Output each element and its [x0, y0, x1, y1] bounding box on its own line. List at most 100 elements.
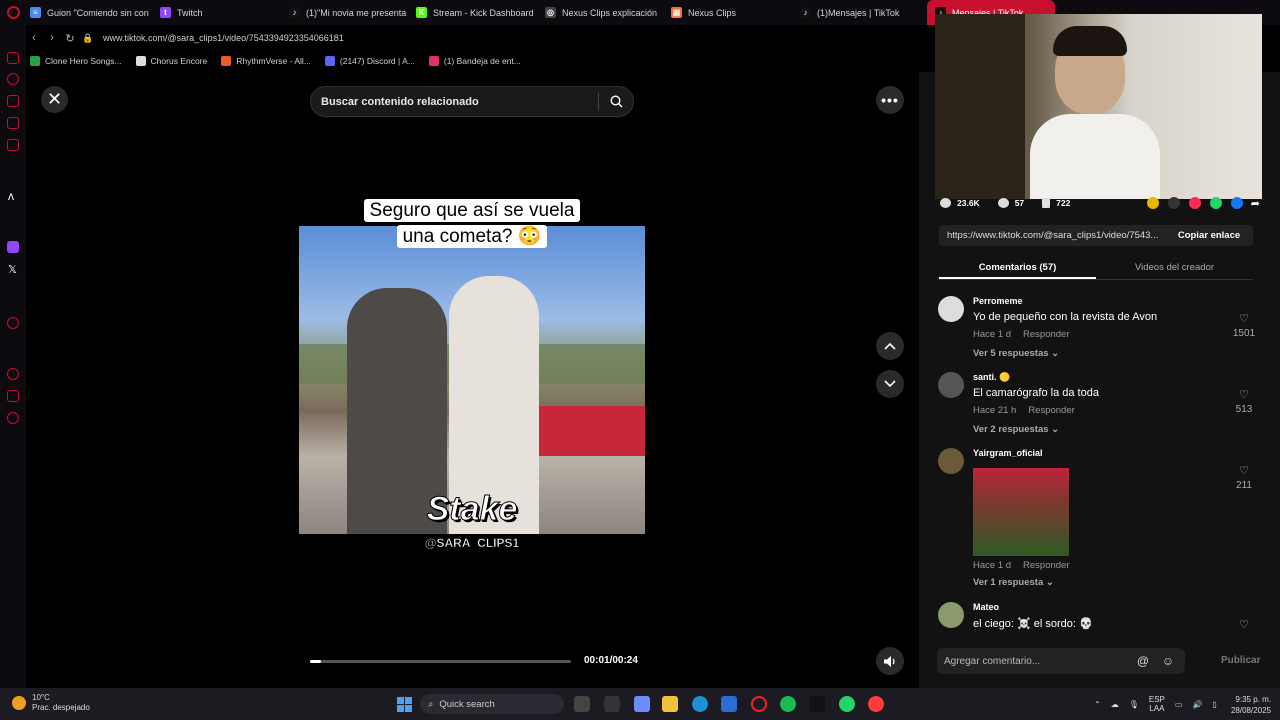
comment-username[interactable]: santi. 🟡 [973, 372, 1010, 383]
history-icon[interactable] [7, 73, 19, 85]
browser-tab[interactable]: ≡ Guion "Comiendo sin con [30, 0, 152, 25]
opera-logo-icon[interactable] [7, 6, 20, 19]
mic-icon[interactable]: 🎙 [1129, 700, 1139, 709]
volume-button[interactable] [876, 647, 904, 675]
language-indicator[interactable]: ESP LAA [1149, 695, 1165, 713]
comment-username[interactable]: Yairgram_oficial [973, 448, 1043, 458]
taskbar-search[interactable]: ⌕ Quick search [420, 694, 564, 714]
likes-stat[interactable]: 23.6K [940, 198, 980, 208]
onedrive-icon[interactable]: ☁ [1111, 700, 1119, 709]
weather-widget[interactable]: 10°C Prac. despejado [12, 693, 90, 713]
forward-icon[interactable]: › [43, 32, 61, 44]
search-button[interactable] [599, 86, 633, 117]
twitch-icon[interactable] [7, 241, 19, 253]
view-replies-button[interactable]: Ver 2 respuestas ⌄ [973, 424, 1059, 435]
browser-tab[interactable]: ◎ Nexus Clips explicación [545, 0, 663, 25]
related-search-input[interactable] [311, 95, 598, 108]
bookmark-item[interactable]: Clone Hero Songs... [30, 55, 122, 66]
comment-username[interactable]: Mateo [973, 602, 999, 612]
recording-app-icon[interactable] [868, 696, 884, 712]
bookmark-item[interactable]: Chorus Encore [135, 55, 207, 66]
bookmark-item[interactable]: (1) Bandeja de ent... [428, 55, 521, 66]
x-icon[interactable]: 𝕏 [8, 263, 17, 276]
mention-icon[interactable]: @ [1135, 654, 1151, 668]
start-button[interactable] [397, 697, 412, 712]
video-player[interactable] [299, 226, 645, 534]
reply-button[interactable]: Responder [1028, 405, 1074, 416]
saves-stat[interactable]: 722 [1042, 198, 1070, 208]
tray-overflow-icon[interactable]: ⌃ [1094, 700, 1101, 709]
emoji-icon[interactable]: ☺ [1160, 654, 1176, 668]
next-video-button[interactable] [876, 370, 904, 398]
tab-comments[interactable]: Comentarios (57) [939, 256, 1096, 279]
bookmark-item[interactable]: (2147) Discord | A... [324, 55, 415, 66]
share-arrow-icon[interactable]: ➦ [1251, 197, 1260, 210]
tab-creator-videos[interactable]: Videos del creador [1096, 256, 1253, 279]
publish-button[interactable]: Publicar [1221, 655, 1260, 666]
comment-input[interactable] [937, 655, 1135, 667]
system-tray: ⌃ ☁ 🎙 ESP LAA ▭ 🔊 ▯ [1094, 688, 1217, 720]
epic-games-icon[interactable] [809, 696, 825, 712]
reload-icon[interactable]: ↻ [61, 32, 79, 45]
browser-tab[interactable]: t Twitch [160, 0, 280, 25]
avatar[interactable] [938, 372, 964, 398]
whatsapp-taskbar-icon[interactable] [839, 696, 855, 712]
games-icon[interactable] [7, 117, 19, 129]
system-clock[interactable]: 9:35 p. m. 28/08/2025 [1227, 694, 1271, 716]
bookmark-item[interactable]: RhythmVerse - All... [221, 55, 311, 66]
volume-tray-icon[interactable]: 🔊 [1192, 700, 1202, 709]
back-icon[interactable]: ‹ [25, 32, 43, 44]
battery-icon[interactable]: ▯ [1212, 700, 1216, 709]
comment-image[interactable] [973, 468, 1069, 556]
browser-tab[interactable]: K Stream - Kick Dashboard [416, 0, 536, 25]
network-icon[interactable]: ▭ [1175, 700, 1183, 709]
comment-like-icon[interactable]: ♡ [1234, 312, 1254, 325]
view-replies-button[interactable]: Ver 1 respuesta ⌄ [973, 577, 1054, 588]
task-view-icon[interactable] [574, 696, 590, 712]
mail-icon[interactable] [7, 139, 19, 151]
file-explorer-icon[interactable] [662, 696, 678, 712]
browser-tab[interactable]: ♪ (1)"Mi novia me presenta [289, 0, 407, 25]
browser-tab[interactable]: ▤ Nexus Clips [671, 0, 789, 25]
coin-share-icon[interactable] [1146, 197, 1159, 209]
avatar[interactable] [938, 602, 964, 628]
comment-username[interactable]: Perromeme [973, 296, 1023, 306]
facebook-icon[interactable] [1230, 197, 1243, 209]
copilot-icon[interactable] [634, 696, 650, 712]
reply-button[interactable]: Responder [1023, 329, 1069, 340]
whatsapp-icon[interactable] [1209, 197, 1222, 209]
aria-icon[interactable]: ᴧ [8, 189, 14, 203]
browser-tab[interactable]: ♪ (1)Mensajes | TikTok [800, 0, 918, 25]
video-link[interactable]: https://www.tiktok.com/@sara_clips1/vide… [939, 230, 1165, 241]
reply-button[interactable]: Responder [1023, 560, 1069, 571]
settings-icon[interactable] [7, 412, 19, 424]
opera-taskbar-icon[interactable] [751, 696, 767, 712]
add-icon[interactable] [7, 317, 19, 329]
bookmark-icon [1042, 198, 1051, 208]
avatar[interactable] [938, 296, 964, 322]
view-replies-button[interactable]: Ver 5 respuestas ⌄ [973, 348, 1059, 359]
url-field[interactable]: www.tiktok.com/@sara_clips1/video/754339… [103, 33, 344, 43]
close-button[interactable]: ✕ [41, 86, 68, 113]
store-icon[interactable] [721, 696, 737, 712]
messenger-icon[interactable] [7, 52, 19, 64]
comments-stat[interactable]: 57 [997, 198, 1024, 208]
more-options-button[interactable]: ••• [876, 86, 904, 114]
edge-icon[interactable] [692, 696, 708, 712]
copy-link-button[interactable]: Copiar enlace [1165, 230, 1253, 241]
send-icon[interactable] [1188, 197, 1201, 209]
avatar[interactable] [938, 448, 964, 474]
comment-like-icon[interactable]: ♡ [1234, 618, 1254, 631]
comment-like-count: 1501 [1232, 328, 1256, 339]
embed-icon[interactable] [1167, 197, 1180, 209]
comment-like-icon[interactable]: ♡ [1234, 464, 1254, 477]
comment-item: Yairgram_oficial Hace 1 d Responder Ver 1… [938, 448, 1258, 590]
comment-like-icon[interactable]: ♡ [1234, 388, 1254, 401]
video-progress-bar[interactable] [310, 660, 571, 663]
wallet-icon[interactable] [7, 95, 19, 107]
extensions-icon[interactable] [7, 390, 19, 402]
spotify-icon[interactable] [780, 696, 796, 712]
clock-icon[interactable] [7, 368, 19, 380]
widgets-icon[interactable] [604, 696, 620, 712]
previous-video-button[interactable] [876, 332, 904, 360]
